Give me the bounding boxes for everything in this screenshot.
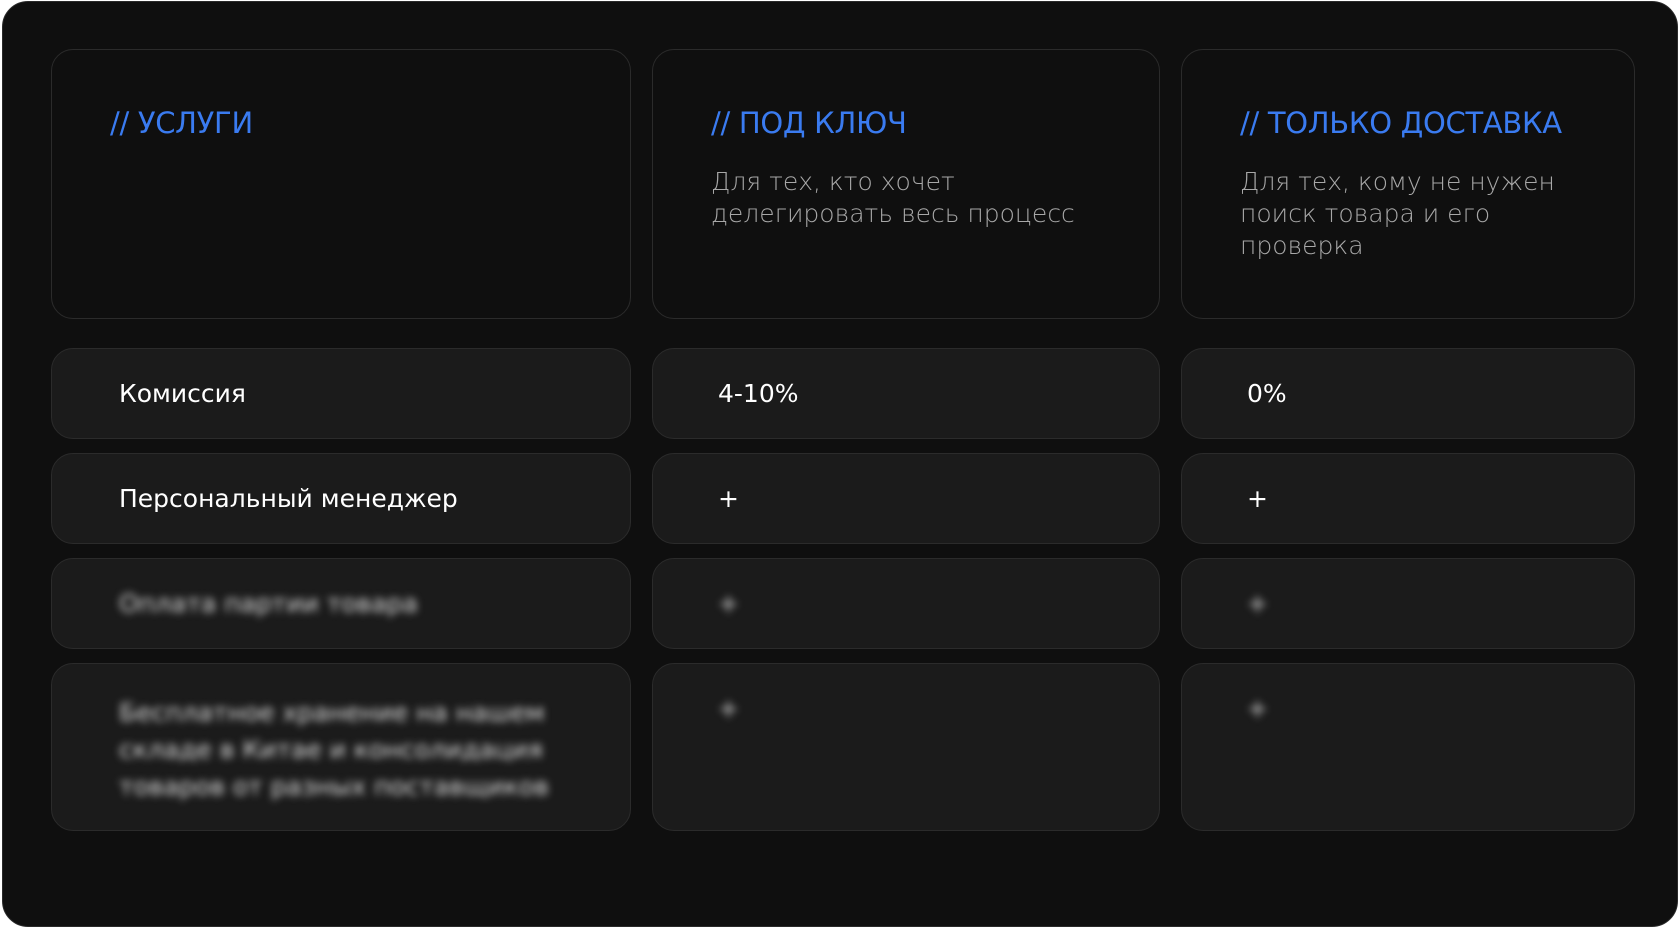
row-label-card: Бесплатное хранение на нашем складе в Ки… [51, 663, 631, 831]
row-label: Персональный менеджер [119, 484, 458, 513]
delivery-only-value: + [1247, 694, 1268, 723]
services-title: // УСЛУГИ [110, 106, 253, 140]
delivery-only-value: + [1247, 589, 1268, 618]
row-label: Оплата партии товара [119, 589, 418, 618]
row-label: Комиссия [119, 379, 246, 408]
delivery-only-title: // ТОЛЬКО ДОСТАВКА [1240, 106, 1562, 140]
row-delivery-cell: + [1181, 663, 1635, 831]
row-delivery-cell: + [1181, 453, 1635, 544]
turnkey-value: + [718, 484, 739, 513]
row-turnkey-cell: + [652, 558, 1160, 649]
header-turnkey: // ПОД КЛЮЧ Для тех, кто хочет делегиров… [652, 49, 1160, 319]
delivery-only-description: Для тех, кому не нужен поиск товара и ег… [1240, 167, 1555, 260]
pricing-comparison-table: // УСЛУГИ // ПОД КЛЮЧ Для тех, кто хочет… [2, 1, 1678, 927]
row-label-card: Оплата партии товара [51, 558, 631, 649]
row-turnkey-cell: + [652, 663, 1160, 831]
header-delivery-only: // ТОЛЬКО ДОСТАВКА Для тех, кому не нуже… [1181, 49, 1635, 319]
row-delivery-cell: + [1181, 558, 1635, 649]
row-label-card: Персональный менеджер [51, 453, 631, 544]
delivery-only-value: + [1247, 484, 1268, 513]
row-delivery-cell: 0% [1181, 348, 1635, 439]
turnkey-value: + [718, 589, 739, 618]
row-turnkey-cell: + [652, 453, 1160, 544]
turnkey-value: + [718, 694, 739, 723]
turnkey-title: // ПОД КЛЮЧ [711, 106, 907, 140]
row-label: Бесплатное хранение на нашем складе в Ки… [119, 698, 549, 801]
row-label-card: Комиссия [51, 348, 631, 439]
header-services: // УСЛУГИ [51, 49, 631, 319]
row-turnkey-cell: 4-10% [652, 348, 1160, 439]
delivery-only-value: 0% [1247, 379, 1287, 408]
turnkey-description: Для тех, кто хочет делегировать весь про… [711, 167, 1075, 228]
turnkey-value: 4-10% [718, 379, 799, 408]
